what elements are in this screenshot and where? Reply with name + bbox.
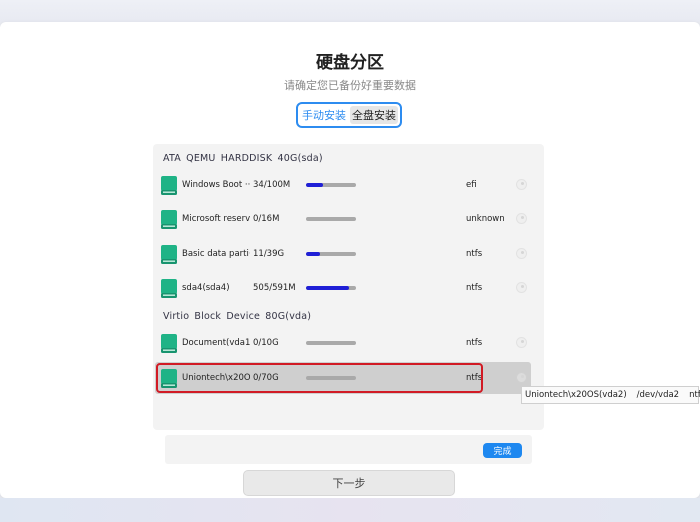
disk-icon	[161, 369, 177, 388]
partition-filesystem: ntfs	[466, 283, 483, 293]
install-mode-switch: 手动安装 全盘安装	[296, 102, 402, 128]
partition-name: Windows Boot ···	[182, 180, 250, 190]
partition-row-sda2[interactable]: Microsoft reserv··· 0/16M unknown	[155, 203, 531, 235]
radio-icon[interactable]	[516, 248, 527, 259]
partition-name: Basic data parti···	[182, 249, 250, 259]
partition-size: 34/100M	[253, 180, 291, 190]
desktop-backdrop-bottom	[0, 498, 700, 522]
partition-size: 11/39G	[253, 249, 285, 259]
partition-row-vda2[interactable]: Uniontech\x20O··· 0/70G ntfs	[155, 362, 531, 394]
partition-filesystem: ntfs	[466, 373, 483, 383]
tooltip-label: Uniontech\x20OS(vda2)	[525, 390, 627, 400]
radio-icon[interactable]	[516, 213, 527, 224]
done-button[interactable]: 完成	[483, 443, 522, 458]
disk-header-vda: Virtio Block Device 80G(vda)	[163, 311, 312, 322]
tab-full-disk-install[interactable]: 全盘安装	[350, 106, 398, 124]
disk-icon	[161, 210, 177, 229]
disk-icon	[161, 245, 177, 264]
radio-icon[interactable]	[516, 179, 527, 190]
partition-name: Document(vda1)	[182, 338, 250, 348]
usage-bar-fill	[306, 252, 320, 256]
usage-bar	[306, 217, 356, 221]
disk-icon	[161, 334, 177, 353]
usage-bar-fill	[306, 286, 349, 290]
next-step-button[interactable]: 下一步	[243, 470, 455, 496]
radio-icon[interactable]	[516, 372, 527, 383]
disk-header-sda: ATA QEMU HARDDISK 40G(sda)	[163, 153, 323, 164]
usage-bar	[306, 183, 356, 187]
partition-size: 0/10G	[253, 338, 279, 348]
usage-bar	[306, 341, 356, 345]
disk-icon	[161, 279, 177, 298]
radio-icon[interactable]	[516, 337, 527, 348]
tab-manual-install[interactable]: 手动安装	[300, 106, 348, 124]
partition-name: Uniontech\x20O···	[182, 373, 250, 383]
partition-filesystem: unknown	[466, 214, 505, 224]
usage-bar	[306, 376, 356, 380]
partition-filesystem: ntfs	[466, 249, 483, 259]
partition-row-sda4[interactable]: sda4(sda4) 505/591M ntfs	[155, 272, 531, 304]
page-subtitle: 请确定您已备份好重要数据	[284, 79, 416, 92]
partition-filesystem: ntfs	[466, 338, 483, 348]
usage-bar-fill	[306, 183, 323, 187]
partition-size: 0/16M	[253, 214, 280, 224]
action-bar	[165, 435, 532, 464]
tooltip-path: /dev/vda2	[636, 390, 680, 400]
partition-row-sda3[interactable]: Basic data parti··· 11/39G ntfs	[155, 238, 531, 270]
partition-row-vda1[interactable]: Document(vda1) 0/10G ntfs	[155, 327, 531, 359]
disk-icon	[161, 176, 177, 195]
page-title: 硬盘分区	[316, 53, 384, 73]
tooltip-filesystem: ntfs	[689, 390, 700, 400]
partition-filesystem: efi	[466, 180, 477, 190]
desktop-backdrop-top	[0, 0, 700, 22]
partition-size: 505/591M	[253, 283, 296, 293]
partition-row-sda1[interactable]: Windows Boot ··· 34/100M efi	[155, 169, 531, 201]
partition-name: Microsoft reserv···	[182, 214, 250, 224]
partition-size: 0/70G	[253, 373, 279, 383]
radio-icon[interactable]	[516, 282, 527, 293]
partition-tooltip: Uniontech\x20OS(vda2) /dev/vda2 ntfs	[521, 386, 700, 404]
usage-bar	[306, 286, 356, 290]
partition-name: sda4(sda4)	[182, 283, 230, 293]
usage-bar	[306, 252, 356, 256]
